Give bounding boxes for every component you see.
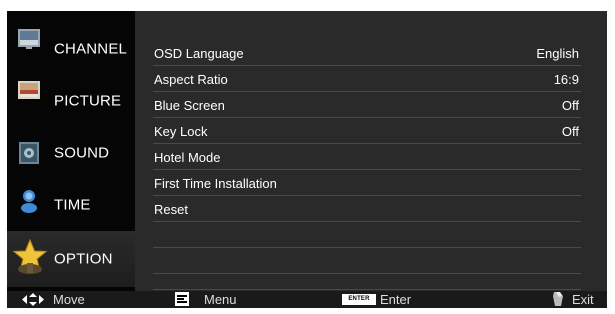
menu-row-reset[interactable]: Reset [153, 195, 581, 222]
menu-row-blue-screen[interactable]: Blue Screen Off [153, 91, 581, 118]
menu-row-key-lock[interactable]: Key Lock Off [153, 117, 581, 144]
sidebar-item-picture[interactable]: PICTURE [7, 75, 135, 127]
sidebar: CHANNEL PICTURE SOUND TIME OPTION [7, 11, 135, 291]
menu-row-value: 16:9 [553, 72, 579, 87]
menu-row-empty [153, 269, 581, 290]
menu-row-label: Hotel Mode [154, 150, 221, 165]
menu-row-osd-language[interactable]: OSD Language English [153, 39, 581, 66]
enter-key-icon: ENTER [342, 294, 376, 305]
menu-row-value: English [536, 46, 579, 61]
exit-icon [553, 292, 563, 306]
menu-row-label: Aspect Ratio [154, 72, 228, 87]
menu-row-aspect-ratio[interactable]: Aspect Ratio 16:9 [153, 65, 581, 92]
menu-row-value: Off [561, 124, 579, 139]
picture-icon [18, 81, 40, 99]
sidebar-item-channel[interactable]: CHANNEL [7, 23, 135, 75]
menu-row-label: Blue Screen [154, 98, 225, 113]
menu-row-label: OSD Language [154, 46, 244, 61]
sidebar-item-label: OPTION [54, 250, 113, 268]
menu-row-label: Reset [154, 202, 188, 217]
menu-icon [175, 292, 189, 306]
settings-panel: OSD Language English Aspect Ratio 16:9 B… [135, 11, 607, 291]
sound-icon [19, 142, 39, 164]
sidebar-item-label: SOUND [54, 144, 110, 162]
menu-hint-label: Menu [204, 292, 237, 307]
menu-row-value: Off [561, 98, 579, 113]
menu-row-empty [153, 221, 581, 248]
sidebar-item-option[interactable]: OPTION [7, 231, 135, 287]
menu-row-hotel-mode[interactable]: Hotel Mode [153, 143, 581, 170]
footer-hints: Move Menu ENTER Enter Exit [7, 291, 607, 308]
menu-row-first-time-installation[interactable]: First Time Installation [153, 169, 581, 196]
time-icon [21, 190, 37, 213]
enter-hint-label: Enter [380, 292, 412, 307]
move-hint-label: Move [53, 292, 85, 307]
menu-row-label: First Time Installation [154, 176, 277, 191]
menu-row-label: Key Lock [154, 124, 208, 139]
exit-hint-label: Exit [572, 292, 594, 307]
sidebar-item-sound[interactable]: SOUND [7, 127, 135, 179]
sidebar-item-label: CHANNEL [54, 40, 128, 58]
option-star-icon [13, 239, 47, 274]
sidebar-item-label: TIME [54, 196, 91, 214]
channel-icon [18, 29, 40, 49]
sidebar-item-time[interactable]: TIME [7, 179, 135, 231]
move-arrows-icon [22, 293, 44, 306]
osd-window: CHANNEL PICTURE SOUND TIME OPTION OSD La… [7, 11, 607, 308]
sidebar-item-label: PICTURE [54, 92, 122, 110]
